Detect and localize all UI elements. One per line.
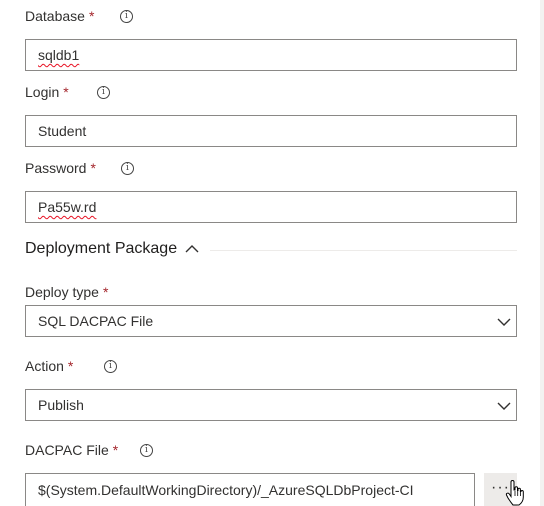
required-asterisk: * — [112, 442, 119, 458]
password-value: Pa55w.rd — [38, 199, 97, 215]
password-label: Password * — [25, 160, 96, 176]
database-label: Database * — [25, 8, 95, 24]
deploy-type-select[interactable]: SQL DACPAC File — [25, 305, 517, 337]
deployment-package-header[interactable]: Deployment Package — [25, 240, 199, 258]
dacpac-file-label: DACPAC File * — [25, 442, 119, 458]
info-icon[interactable]: i — [121, 162, 134, 175]
required-asterisk: * — [63, 84, 69, 100]
login-label: Login * — [25, 84, 69, 100]
chevron-down-icon — [497, 402, 511, 410]
database-input[interactable]: sqldb1 — [25, 39, 517, 71]
login-value: Student — [38, 123, 87, 139]
dacpac-file-value: $(System.DefaultWorkingDirectory)/_Azure… — [38, 482, 414, 498]
hand-cursor-icon — [505, 480, 524, 506]
info-icon[interactable]: i — [97, 86, 110, 99]
deploy-type-value: SQL DACPAC File — [38, 313, 154, 329]
chevron-up-icon — [185, 245, 199, 253]
scrollbar[interactable] — [540, 0, 544, 506]
required-asterisk: * — [90, 160, 96, 176]
database-value: sqldb1 — [38, 47, 80, 63]
chevron-down-icon — [497, 318, 511, 326]
info-icon[interactable]: i — [120, 10, 133, 23]
password-input[interactable]: Pa55w.rd — [25, 191, 517, 223]
section-title: Deployment Package — [25, 240, 178, 257]
login-input[interactable]: Student — [25, 115, 517, 147]
section-divider — [210, 250, 517, 251]
dacpac-file-input[interactable]: $(System.DefaultWorkingDirectory)/_Azure… — [25, 473, 475, 506]
info-icon[interactable]: i — [140, 444, 153, 457]
deploy-type-label: Deploy type * — [25, 284, 109, 300]
required-asterisk: * — [67, 358, 74, 374]
required-asterisk: * — [88, 8, 95, 24]
action-label: Action * — [25, 358, 74, 374]
info-icon[interactable]: i — [104, 360, 117, 373]
action-select[interactable]: Publish — [25, 389, 517, 421]
action-value: Publish — [38, 397, 84, 413]
required-asterisk: * — [102, 284, 109, 300]
